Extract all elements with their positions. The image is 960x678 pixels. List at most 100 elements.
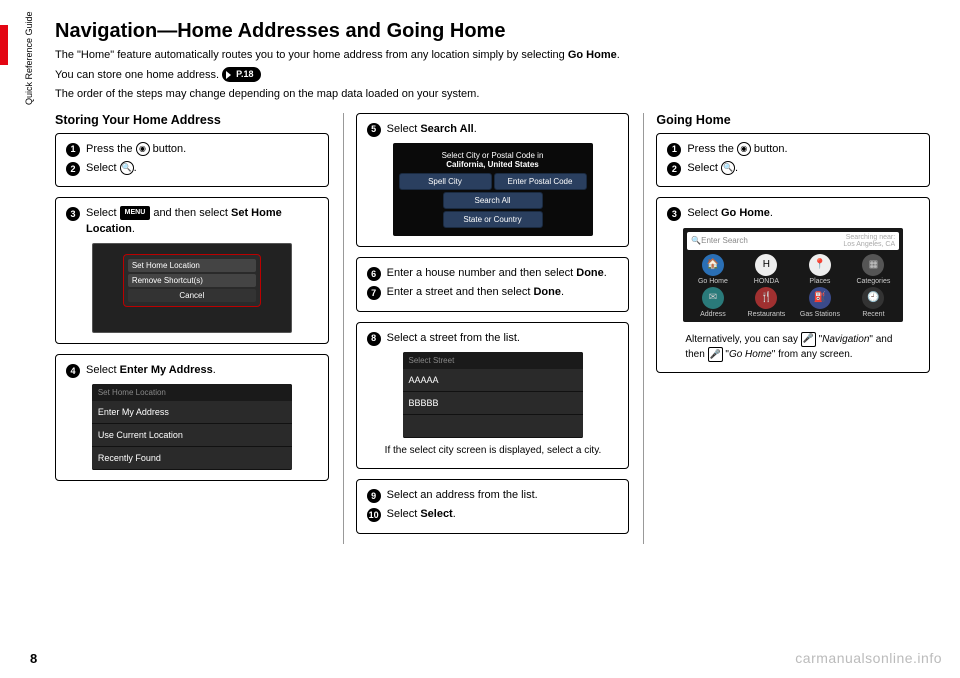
step-number-g2: 2	[667, 162, 681, 176]
screen-btn-state: State or Country	[443, 211, 543, 228]
set-home-popup-screenshot: Set Home Location Remove Shortcut(s) Can…	[92, 243, 292, 333]
search-icon: 🔍	[120, 161, 134, 175]
step-box-1-2: 1 Press the ◉ button. 2 Select 🔍.	[55, 133, 329, 188]
honda-icon: H	[755, 254, 777, 276]
step-g1-text: Press the ◉ button.	[687, 142, 919, 157]
step-1-text: Press the ◉ button.	[86, 142, 318, 157]
popup-set-home: Set Home Location	[128, 259, 256, 272]
places-icon: 📍	[809, 254, 831, 276]
page-reference-badge: P.18	[222, 67, 260, 83]
list-row: Enter My Address	[92, 401, 292, 424]
list-row: Recently Found	[92, 447, 292, 470]
list-row: BBBBB	[403, 392, 583, 415]
recent-icon: 🕘	[862, 287, 884, 309]
step-box-going-1-2: 1 Press the ◉ button. 2 Select 🔍.	[656, 133, 930, 188]
app-label: Recent	[862, 311, 884, 318]
app-label: Gas Stations	[800, 311, 840, 318]
screen-header-top: Select City or Postal Code in	[399, 151, 587, 160]
side-tab	[0, 25, 8, 65]
step-9-text: Select an address from the list.	[387, 488, 619, 503]
app-label: Address	[700, 311, 726, 318]
list-header: Set Home Location	[92, 384, 292, 401]
screen-btn-search-all: Search All	[443, 192, 543, 209]
watermark: carmanualsonline.info	[795, 650, 942, 666]
page-content: Navigation—Home Addresses and Going Home…	[55, 20, 930, 544]
col1-heading: Storing Your Home Address	[55, 113, 329, 127]
gas-icon: ⛽	[809, 287, 831, 309]
list-row	[403, 415, 583, 438]
step-number-5: 5	[367, 123, 381, 137]
popup-remove-shortcut: Remove Shortcut(s)	[128, 274, 256, 287]
step-box-8: 8 Select a street from the list. Select …	[356, 322, 630, 469]
street-list-screenshot: Select Street AAAAA BBBBB	[403, 352, 583, 438]
step-box-4: 4 Select Enter My Address. Set Home Loca…	[55, 354, 329, 481]
step-number-2: 2	[66, 162, 80, 176]
col3-heading: Going Home	[656, 113, 930, 127]
step-5-text: Select Search All.	[387, 122, 619, 137]
step-g3-text: Select Go Home.	[687, 206, 919, 221]
step-box-6-7: 6 Enter a house number and then select D…	[356, 257, 630, 312]
intro-line-2: You can store one home address. P.18	[55, 67, 930, 84]
step-number-8: 8	[367, 332, 381, 346]
step-4-text: Select Enter My Address.	[86, 363, 318, 378]
column-3: Going Home 1 Press the ◉ button. 2 Selec…	[643, 113, 930, 544]
step-number-4: 4	[66, 364, 80, 378]
step-8-text: Select a street from the list.	[387, 331, 619, 346]
home-icon: 🏠	[702, 254, 724, 276]
step-box-5: 5 Select Search All. Select City or Post…	[356, 113, 630, 247]
app-label: HONDA	[754, 278, 779, 285]
search-icon: 🔍	[691, 236, 701, 245]
nav-button-icon: ◉	[737, 142, 751, 156]
step-g2-text: Select 🔍.	[687, 161, 919, 176]
popup-cancel: Cancel	[128, 289, 256, 302]
step-number-g3: 3	[667, 207, 681, 221]
step-box-9-10: 9 Select an address from the list. 10 Se…	[356, 479, 630, 534]
address-icon: ✉	[702, 287, 724, 309]
screen-btn-postal: Enter Postal Code	[494, 173, 587, 190]
step-number-g1: 1	[667, 143, 681, 157]
step-number-10: 10	[367, 508, 381, 522]
search-all-screenshot: Select City or Postal Code in California…	[393, 143, 593, 236]
step-number-3: 3	[66, 207, 80, 221]
restaurants-icon: 🍴	[755, 287, 777, 309]
columns: Storing Your Home Address 1 Press the ◉ …	[55, 113, 930, 544]
column-2: 5 Select Search All. Select City or Post…	[343, 113, 630, 544]
step-box-3: 3 Select MENU and then select Set Home L…	[55, 197, 329, 344]
page-number: 8	[30, 651, 37, 666]
app-label: Go Home	[698, 278, 728, 285]
list-row: Use Current Location	[92, 424, 292, 447]
step-3-text: Select MENU and then select Set Home Loc…	[86, 206, 318, 237]
side-label: Quick Reference Guide	[24, 11, 34, 105]
column-1: Storing Your Home Address 1 Press the ◉ …	[55, 113, 329, 544]
step-7-text: Enter a street and then select Done.	[387, 285, 619, 300]
search-placeholder: Enter Search	[701, 236, 748, 245]
search-bar: 🔍 Enter Search Searching near: Los Angel…	[687, 232, 899, 250]
step-number-6: 6	[367, 267, 381, 281]
step-number-7: 7	[367, 286, 381, 300]
list-row: AAAAA	[403, 369, 583, 392]
nav-button-icon: ◉	[136, 142, 150, 156]
step-6-text: Enter a house number and then select Don…	[387, 266, 619, 281]
search-icon: 🔍	[721, 161, 735, 175]
step-number-9: 9	[367, 489, 381, 503]
voice-icon: 🎤	[708, 347, 723, 362]
categories-icon: ▦	[862, 254, 884, 276]
app-label: Restaurants	[748, 311, 786, 318]
step-8-note: If the select city screen is displayed, …	[385, 444, 613, 458]
step-2-text: Select 🔍.	[86, 161, 318, 176]
step-number-1: 1	[66, 143, 80, 157]
step-box-going-3: 3 Select Go Home. 🔍 Enter Search Searchi…	[656, 197, 930, 373]
menu-button-icon: MENU	[120, 206, 151, 220]
app-label: Categories	[856, 278, 890, 285]
enter-address-screenshot: Set Home Location Enter My Address Use C…	[92, 384, 292, 470]
intro-line-1: The "Home" feature automatically routes …	[55, 47, 930, 64]
list-header: Select Street	[403, 352, 583, 369]
go-home-screenshot: 🔍 Enter Search Searching near: Los Angel…	[683, 228, 903, 322]
intro-line-3: The order of the steps may change depend…	[55, 86, 930, 103]
page-title: Navigation—Home Addresses and Going Home	[55, 20, 930, 43]
step-10-text: Select Select.	[387, 507, 619, 522]
screen-btn-spell-city: Spell City	[399, 173, 492, 190]
screen-header-sub: California, United States	[399, 160, 587, 169]
voice-icon: 🎤	[801, 332, 816, 347]
app-label: Places	[809, 278, 830, 285]
